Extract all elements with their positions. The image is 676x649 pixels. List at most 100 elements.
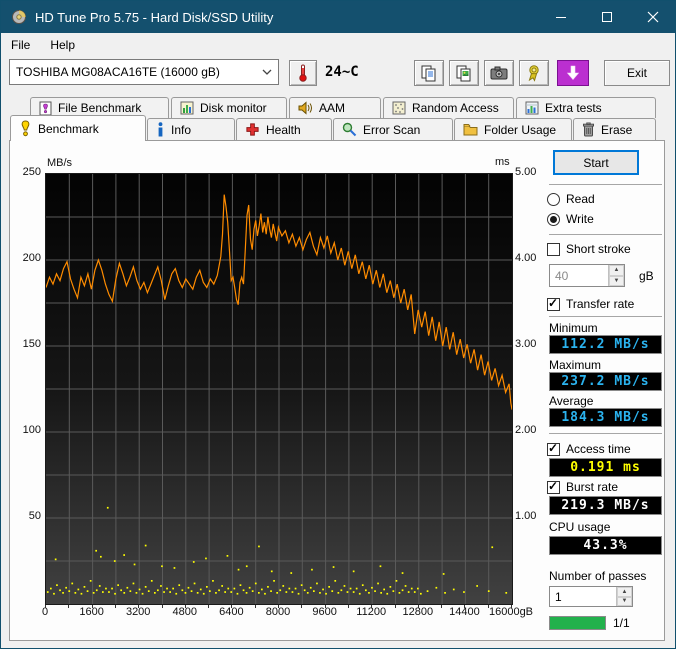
window-title: HD Tune Pro 5.75 - Hard Disk/SSD Utility	[35, 9, 274, 25]
tab-label: File Benchmark	[58, 101, 142, 115]
tab-label: Extra tests	[545, 101, 602, 115]
copy-image-button[interactable]	[449, 60, 479, 86]
radio-circle-selected[interactable]	[547, 212, 560, 226]
tab-label: Benchmark	[38, 121, 99, 136]
tab-erase[interactable]: Erase	[573, 118, 656, 140]
ribbon-button[interactable]	[519, 60, 549, 86]
app-window: HD Tune Pro 5.75 - Hard Disk/SSD Utility…	[0, 0, 676, 649]
access-time-value: 0.191 ms	[549, 458, 662, 477]
tab-folder-usage[interactable]: Folder Usage	[454, 118, 572, 140]
temperature-button[interactable]	[289, 60, 317, 86]
copy-text-button[interactable]	[414, 60, 444, 86]
lamp-icon	[19, 120, 32, 137]
menu-file[interactable]: File	[1, 33, 40, 57]
passes-label: Number of passes	[549, 569, 647, 583]
access-time-label: Access time	[566, 442, 631, 456]
write-radio-label: Write	[566, 212, 594, 226]
stepper-down-icon[interactable]: ▼	[609, 275, 624, 286]
access-time-checkbox[interactable]: Access time	[547, 442, 631, 456]
stepper-up-icon[interactable]: ▲	[617, 587, 632, 597]
close-button[interactable]	[630, 1, 675, 33]
separator	[549, 234, 662, 235]
magnifier-icon	[342, 122, 357, 137]
transfer-rate-label: Transfer rate	[566, 297, 635, 311]
burst-rate-value: 219.3 MB/s	[549, 496, 662, 515]
y-right-tick-label: 2.00	[515, 424, 537, 436]
radio-circle[interactable]	[547, 192, 560, 206]
short-stroke-checkbox[interactable]: Short stroke	[547, 242, 631, 256]
short-stroke-size-value: 40	[555, 268, 569, 283]
start-button[interactable]: Start	[553, 150, 639, 175]
checkbox-checked[interactable]	[547, 297, 560, 311]
speaker-icon	[298, 101, 313, 115]
tab-random-access[interactable]: Random Access	[383, 97, 514, 118]
update-button[interactable]	[557, 60, 589, 86]
read-radio-label: Read	[566, 192, 595, 206]
y-left-tick-label: 100	[22, 424, 41, 436]
cpu-usage-value: 43.3%	[549, 536, 662, 555]
y-left-tick-label: 250	[22, 166, 41, 178]
tab-info[interactable]: Info	[147, 118, 235, 140]
camera-icon	[490, 66, 508, 80]
tab-label: AAM	[319, 101, 346, 115]
average-value: 184.3 MB/s	[549, 408, 662, 427]
write-radio[interactable]: Write	[547, 212, 594, 226]
passes-stepper[interactable]: 1 ▲ ▼	[549, 586, 633, 607]
stepper-down-icon[interactable]: ▼	[617, 596, 632, 606]
menu-bar: File Help	[1, 33, 675, 57]
stepper-up-icon[interactable]: ▲	[609, 265, 624, 276]
separator	[549, 433, 662, 434]
minimize-button[interactable]	[538, 1, 584, 33]
benchmark-plot-svg	[45, 173, 513, 605]
tab-error-scan[interactable]: Error Scan	[333, 118, 453, 140]
tab-label: Random Access	[412, 101, 499, 115]
maximize-button[interactable]	[584, 1, 630, 33]
tab-label: Folder Usage	[484, 122, 557, 137]
menu-help[interactable]: Help	[40, 33, 85, 57]
extra-tests-icon	[525, 101, 539, 115]
tab-label: Error Scan	[363, 122, 421, 137]
screenshot-button[interactable]	[484, 60, 514, 86]
right-axis-unit: ms	[495, 156, 510, 168]
chevron-down-icon	[262, 69, 272, 75]
app-icon	[11, 9, 27, 25]
progress-fill	[550, 617, 605, 629]
checkbox-checked[interactable]	[547, 442, 560, 456]
drive-select[interactable]: TOSHIBA MG08ACA16TE (16000 gB)	[9, 59, 279, 85]
tab-aam[interactable]: AAM	[289, 97, 381, 118]
y-left-tick-label: 50	[28, 510, 41, 522]
temperature-value: 24~C	[325, 64, 359, 80]
read-radio[interactable]: Read	[547, 192, 595, 206]
random-access-icon	[392, 101, 406, 115]
short-stroke-label: Short stroke	[566, 242, 631, 256]
copy-image-icon	[455, 64, 473, 82]
trash-icon	[582, 122, 595, 137]
y-right-tick-label: 5.00	[515, 166, 537, 178]
disk-monitor-icon	[180, 101, 194, 115]
exit-button[interactable]: Exit	[604, 60, 670, 86]
checkbox-checked[interactable]	[547, 480, 560, 494]
tab-disk-monitor[interactable]: Disk monitor	[171, 97, 287, 118]
checkbox-unchecked[interactable]	[547, 242, 560, 256]
short-stroke-size-stepper[interactable]: 40 ▲ ▼	[549, 264, 625, 287]
maximum-value: 237.2 MB/s	[549, 372, 662, 391]
ribbon-icon	[526, 64, 542, 82]
burst-rate-checkbox[interactable]: Burst rate	[547, 480, 618, 494]
stepper-arrows[interactable]: ▲ ▼	[616, 587, 632, 606]
tab-benchmark[interactable]: Benchmark	[10, 115, 146, 141]
tab-label: Disk monitor	[200, 101, 267, 115]
tab-label: Health	[266, 122, 301, 137]
thermometer-icon	[297, 64, 309, 82]
separator	[549, 316, 662, 317]
tab-label: Erase	[601, 122, 633, 137]
title-bar: HD Tune Pro 5.75 - Hard Disk/SSD Utility	[1, 1, 675, 33]
tab-health[interactable]: Health	[236, 118, 332, 140]
y-right-tick-label: 3.00	[515, 338, 537, 350]
tab-extra-tests[interactable]: Extra tests	[516, 97, 656, 118]
pass-progress-text: 1/1	[613, 616, 630, 630]
stepper-arrows[interactable]: ▲ ▼	[608, 265, 624, 286]
transfer-rate-checkbox[interactable]: Transfer rate	[547, 297, 634, 311]
drive-select-value: TOSHIBA MG08ACA16TE (16000 gB)	[16, 65, 220, 79]
y-right-tick-label: 4.00	[515, 252, 537, 264]
left-axis-unit: MB/s	[47, 157, 73, 169]
